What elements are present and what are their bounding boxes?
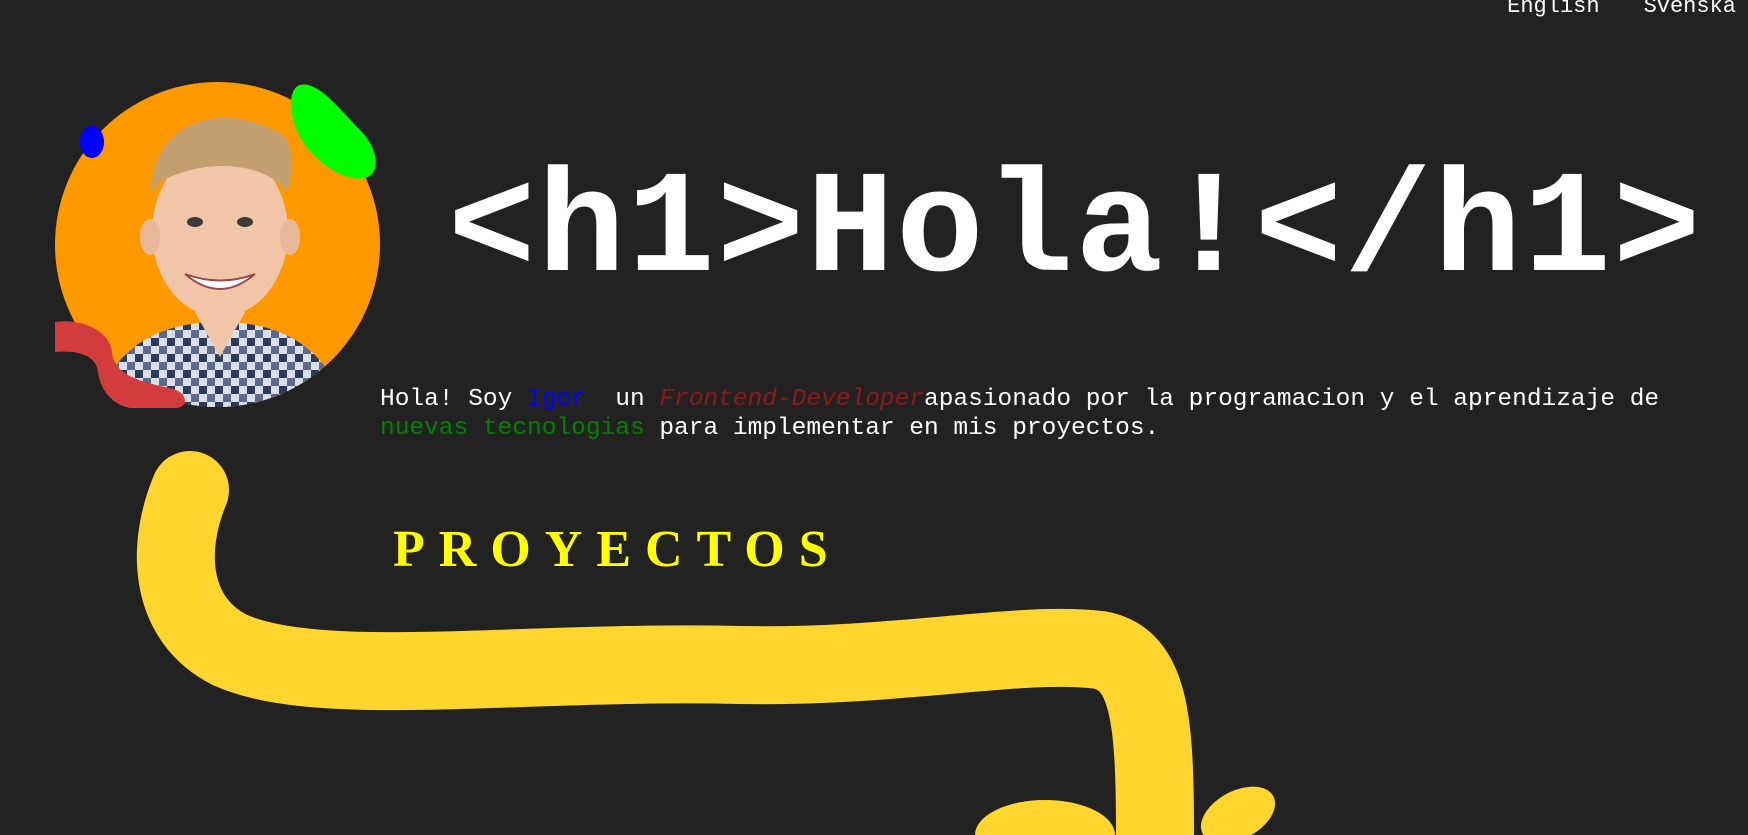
intro-connector: un <box>585 386 660 413</box>
intro-greeting: Hola! Soy <box>380 386 528 413</box>
intro-description: apasionado por la programacion y el apre… <box>924 386 1674 413</box>
projects-title: PROYECTOS <box>393 521 842 578</box>
hero-title: <h1>Hola!</h1> <box>448 148 1703 314</box>
intro-tech: nuevas tecnologias <box>380 415 645 442</box>
intro-role: Frontend-Developer <box>659 386 925 413</box>
intro-text: Hola! Soy Igor un Frontend-Developerapas… <box>380 385 1700 443</box>
avatar-blobs-decoration <box>55 84 376 408</box>
intro-ending: para implementar en mis proyectos. <box>644 415 1160 442</box>
intro-name: Igor <box>527 386 586 413</box>
